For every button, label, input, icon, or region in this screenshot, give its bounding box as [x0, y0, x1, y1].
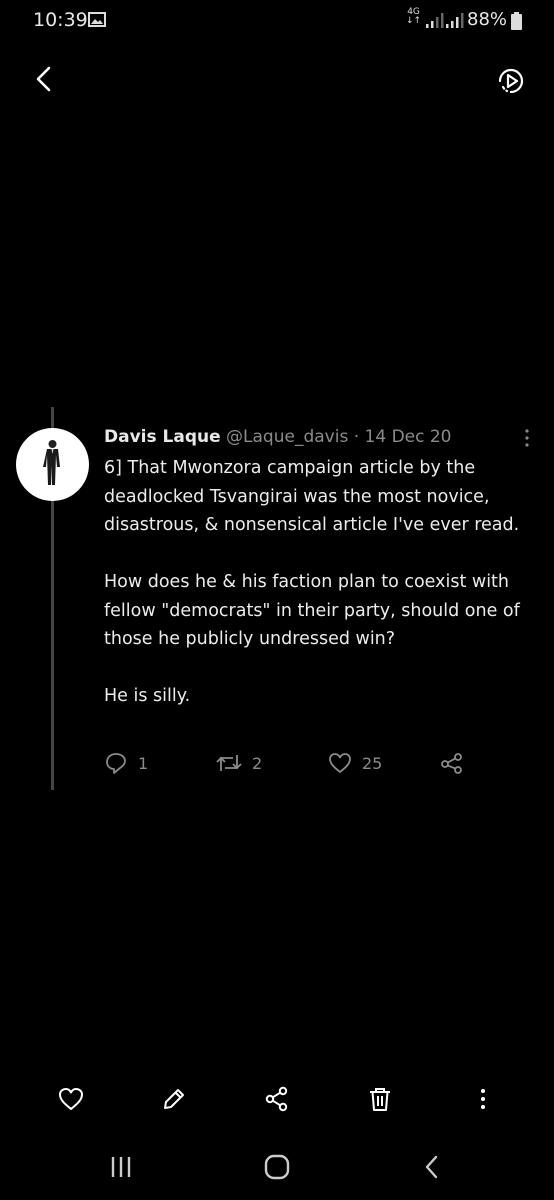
- recent-apps-icon[interactable]: [106, 1154, 136, 1180]
- reply-button[interactable]: 1: [104, 750, 148, 776]
- battery-icon: [511, 12, 522, 30]
- reply-icon: [106, 753, 126, 774]
- signal-icon: [426, 13, 444, 28]
- tweet-text: 6] That Mwonzora campaign article by the…: [104, 454, 544, 711]
- media-play-icon[interactable]: [494, 64, 528, 98]
- more-vertical-icon[interactable]: [519, 428, 535, 448]
- share-button[interactable]: [440, 750, 474, 776]
- system-navigation-bar: [0, 1146, 554, 1190]
- avatar[interactable]: [16, 428, 89, 501]
- heart-icon[interactable]: [56, 1084, 86, 1114]
- retweet-icon: [216, 755, 242, 771]
- like-icon: [329, 753, 351, 773]
- retweet-count: 2: [252, 753, 263, 773]
- delete-icon[interactable]: [365, 1084, 395, 1114]
- status-bar: 10:39 4G ↓↑ 88%: [0, 0, 554, 44]
- battery-percent: 88%: [467, 9, 508, 30]
- home-icon[interactable]: [262, 1154, 292, 1180]
- network-indicator: 4G ↓↑: [406, 8, 421, 26]
- tweet-header: Davis Laque @Laque_davis · 14 Dec 20: [104, 427, 504, 447]
- reply-count: 1: [138, 753, 149, 773]
- share-icon: [441, 753, 462, 774]
- edit-icon[interactable]: [159, 1084, 189, 1114]
- more-vertical-icon[interactable]: [468, 1084, 498, 1114]
- status-time: 10:39: [33, 9, 88, 31]
- author-name[interactable]: Davis Laque: [104, 427, 221, 447]
- data-arrows-icon: ↓↑: [406, 16, 422, 26]
- like-button[interactable]: 25: [328, 750, 382, 776]
- person-figure-icon: [43, 440, 60, 485]
- author-handle[interactable]: @Laque_davis: [226, 427, 348, 447]
- retweet-button[interactable]: 2: [216, 750, 262, 776]
- tweet-date: 14 Dec 20: [364, 427, 452, 447]
- tweet-paragraph: He is silly.: [104, 686, 191, 706]
- viewer-toolbar: [0, 1076, 554, 1122]
- back-icon[interactable]: [28, 62, 62, 96]
- signal-icon: [446, 13, 464, 28]
- tweet-paragraph: How does he & his faction plan to coexis…: [104, 572, 520, 649]
- back-icon[interactable]: [418, 1154, 448, 1180]
- gallery-icon: [88, 12, 106, 27]
- tweet-actions: 1 2 25: [104, 750, 484, 776]
- tweet-paragraph: 6] That Mwonzora campaign article by the…: [104, 458, 520, 535]
- share-icon[interactable]: [262, 1084, 292, 1114]
- like-count: 25: [362, 753, 383, 773]
- separator: ·: [353, 427, 360, 447]
